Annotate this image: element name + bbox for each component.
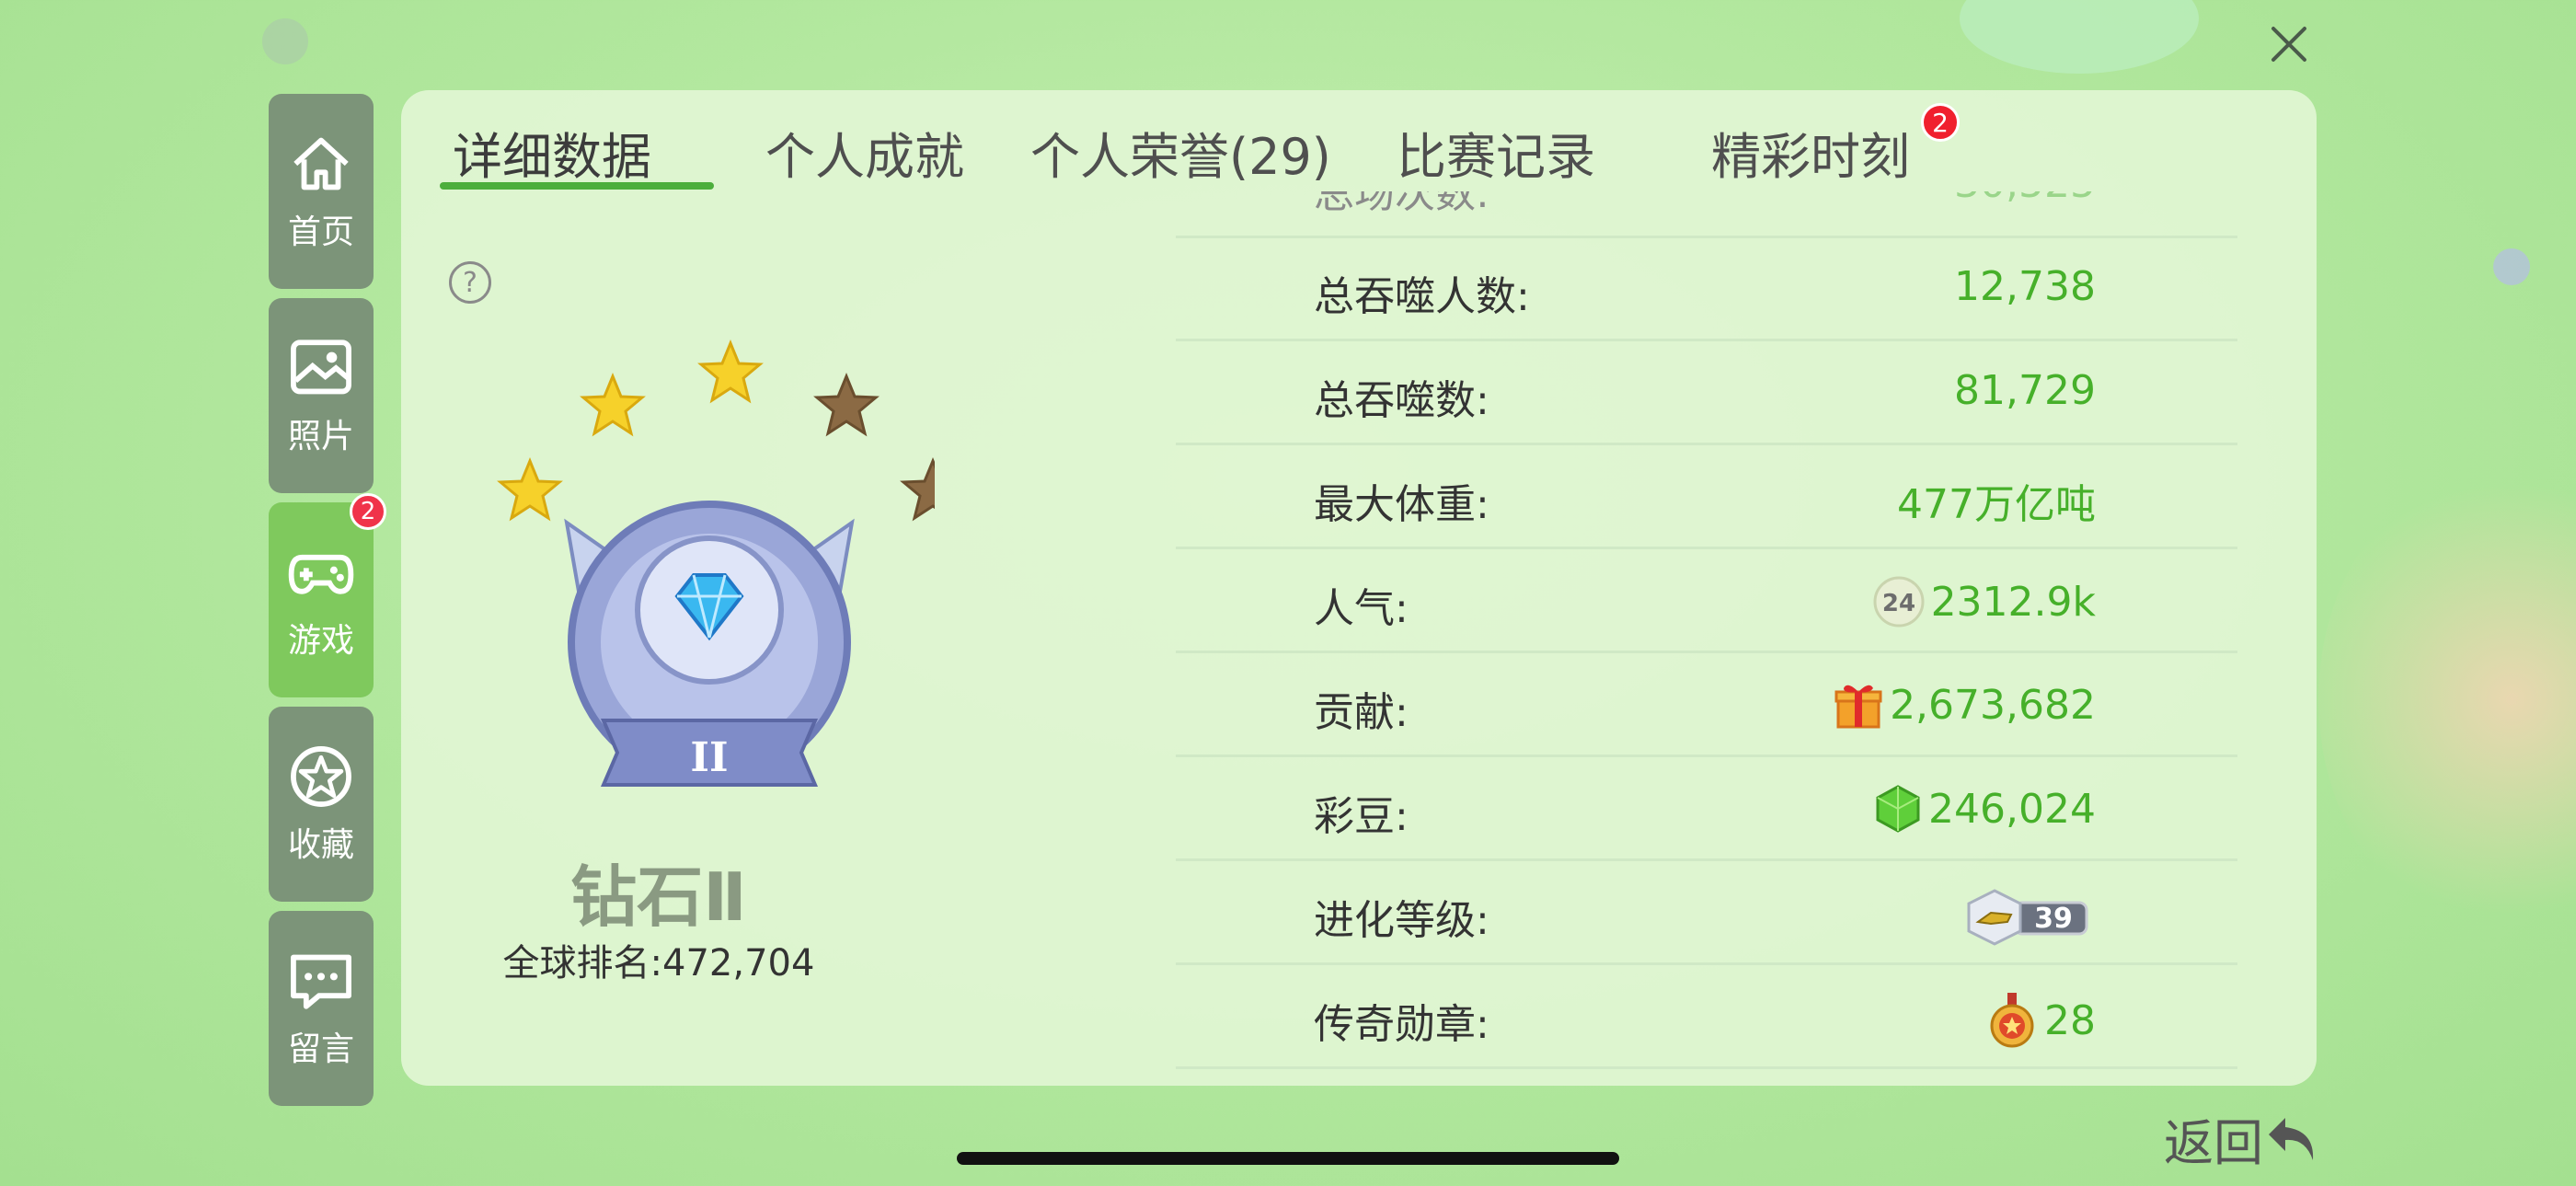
- home-icon: [293, 137, 349, 190]
- stat-value-group: 28: [1985, 991, 2096, 1050]
- stat-value: 246,024: [1928, 785, 2096, 833]
- home-indicator[interactable]: [957, 1152, 1619, 1165]
- stat-row: 彩豆: 246,024: [1176, 755, 2237, 861]
- stat-row: 总吞噬人数: 12,738: [1176, 236, 2237, 341]
- photo-icon: [291, 340, 351, 395]
- star-icon: [291, 746, 351, 807]
- legend-medal-icon: [1990, 993, 2034, 1048]
- stats-list[interactable]: 总场次数: 30,525 总吞噬人数: 12,738 总吞噬数: 81,729 …: [1176, 191, 2237, 1077]
- sidebar-item-messages[interactable]: 留言: [269, 911, 374, 1106]
- stat-value: 2,673,682: [1890, 681, 2096, 729]
- message-icon: [291, 954, 351, 1009]
- background-bubble: [2493, 248, 2530, 285]
- rank-emblem: II: [497, 340, 935, 787]
- rank-star-gold: [580, 373, 646, 437]
- active-tab-indicator: [440, 182, 714, 190]
- stat-value-group: 2,673,682: [1833, 679, 2096, 731]
- evolution-level-value: 39: [2034, 903, 2073, 935]
- rank-star-empty: [900, 457, 935, 522]
- sidebar-item-label: 首页: [287, 213, 354, 251]
- gamepad-icon: [288, 554, 354, 594]
- close-icon[interactable]: [2261, 17, 2317, 72]
- tab-bar: 详细数据 个人成就 个人荣誉(29) 比赛记录 精彩时刻 2: [401, 90, 2317, 191]
- stat-row: 贡献: 2,673,682: [1176, 651, 2237, 757]
- sidebar-item-games[interactable]: 2 游戏: [269, 493, 386, 697]
- sidebar-item-label: 收藏: [287, 826, 354, 864]
- stat-row: 进化等级: 39: [1176, 859, 2237, 965]
- popularity-icon: 24: [1873, 576, 1925, 628]
- rank-title: 钻石Ⅱ: [570, 858, 747, 936]
- background-bubble: [2318, 460, 2576, 938]
- rank-star-gold: [497, 457, 563, 522]
- svg-text:24: 24: [1881, 590, 1915, 617]
- tab-match-records[interactable]: 比赛记录: [1397, 116, 1595, 189]
- evolution-badge-icon: 39: [1967, 889, 2088, 946]
- stat-row: 最大体重: 477万亿吨: [1176, 443, 2237, 549]
- rank-star-gold: [697, 340, 764, 404]
- background-bubble: [1960, 0, 2199, 74]
- global-rank-label: 全球排名:: [502, 942, 663, 984]
- stat-row: 总吞噬数: 81,729: [1176, 340, 2237, 445]
- background-bubble: [262, 18, 308, 64]
- sidebar-item-label: 游戏: [287, 622, 354, 660]
- stat-value: 2312.9k: [1930, 578, 2096, 626]
- global-rank-value: 472,704: [662, 942, 815, 984]
- stat-label: 总吞噬数:: [1314, 377, 1489, 424]
- back-arrow-icon: [2269, 1117, 2314, 1160]
- back-label: 返回: [2164, 1114, 2263, 1172]
- stat-label: 贡献:: [1314, 689, 1409, 736]
- tab-personal-achievements[interactable]: 个人成就: [765, 116, 964, 189]
- gift-icon: [1834, 685, 1882, 729]
- sidebar-item-label: 照片: [287, 418, 354, 455]
- back-button[interactable]: 返回: [2164, 1102, 2320, 1175]
- stat-value-group: 246,024: [1873, 783, 2096, 835]
- notification-badge: 2: [350, 493, 386, 530]
- tab-highlights[interactable]: 精彩时刻: [1711, 116, 1910, 189]
- stat-label: 总吞噬人数:: [1314, 273, 1530, 320]
- tab-detailed-data[interactable]: 详细数据: [453, 116, 651, 189]
- stat-row: 人气: 24 2312.9k: [1176, 547, 2237, 653]
- stat-value: 477万亿吨: [1897, 481, 2096, 528]
- stat-label: 人气:: [1314, 585, 1409, 632]
- stat-value: 81,729: [1954, 367, 2096, 414]
- stat-value-group: 24 2312.9k: [1872, 575, 2096, 628]
- rank-star-empty: [813, 373, 880, 437]
- sidebar-item-label: 留言: [287, 1031, 354, 1068]
- stat-value: 28: [2044, 996, 2096, 1044]
- sidebar-item-home[interactable]: 首页: [269, 94, 374, 289]
- sidebar-item-photos[interactable]: 照片: [269, 298, 374, 493]
- profile-panel: 详细数据 个人成就 个人荣誉(29) 比赛记录 精彩时刻 2 ? II 钻石Ⅱ …: [401, 90, 2317, 1086]
- stat-value: 30,525: [1954, 191, 2096, 207]
- green-gem-icon: [1876, 785, 1920, 833]
- stat-label: 总场次数:: [1314, 191, 1489, 217]
- stat-value: 12,738: [1954, 263, 2096, 310]
- stat-label: 进化等级:: [1314, 897, 1489, 944]
- sidebar-item-favorites[interactable]: 收藏: [269, 707, 374, 902]
- stat-label: 传奇勋章:: [1314, 1001, 1489, 1048]
- stat-row: 传奇勋章: 28: [1176, 963, 2237, 1069]
- stat-label: 彩豆:: [1314, 793, 1409, 840]
- notification-badge: 2: [1921, 103, 1960, 142]
- global-rank: 全球排名:472,704: [401, 933, 916, 986]
- stat-value-group: 39: [1963, 887, 2096, 948]
- rank-emblem-numeral: II: [690, 734, 728, 781]
- stat-label: 最大体重:: [1314, 481, 1489, 528]
- tab-personal-honors[interactable]: 个人荣誉(29): [1030, 116, 1331, 189]
- stat-row: 总场次数: 30,525: [1176, 191, 2237, 238]
